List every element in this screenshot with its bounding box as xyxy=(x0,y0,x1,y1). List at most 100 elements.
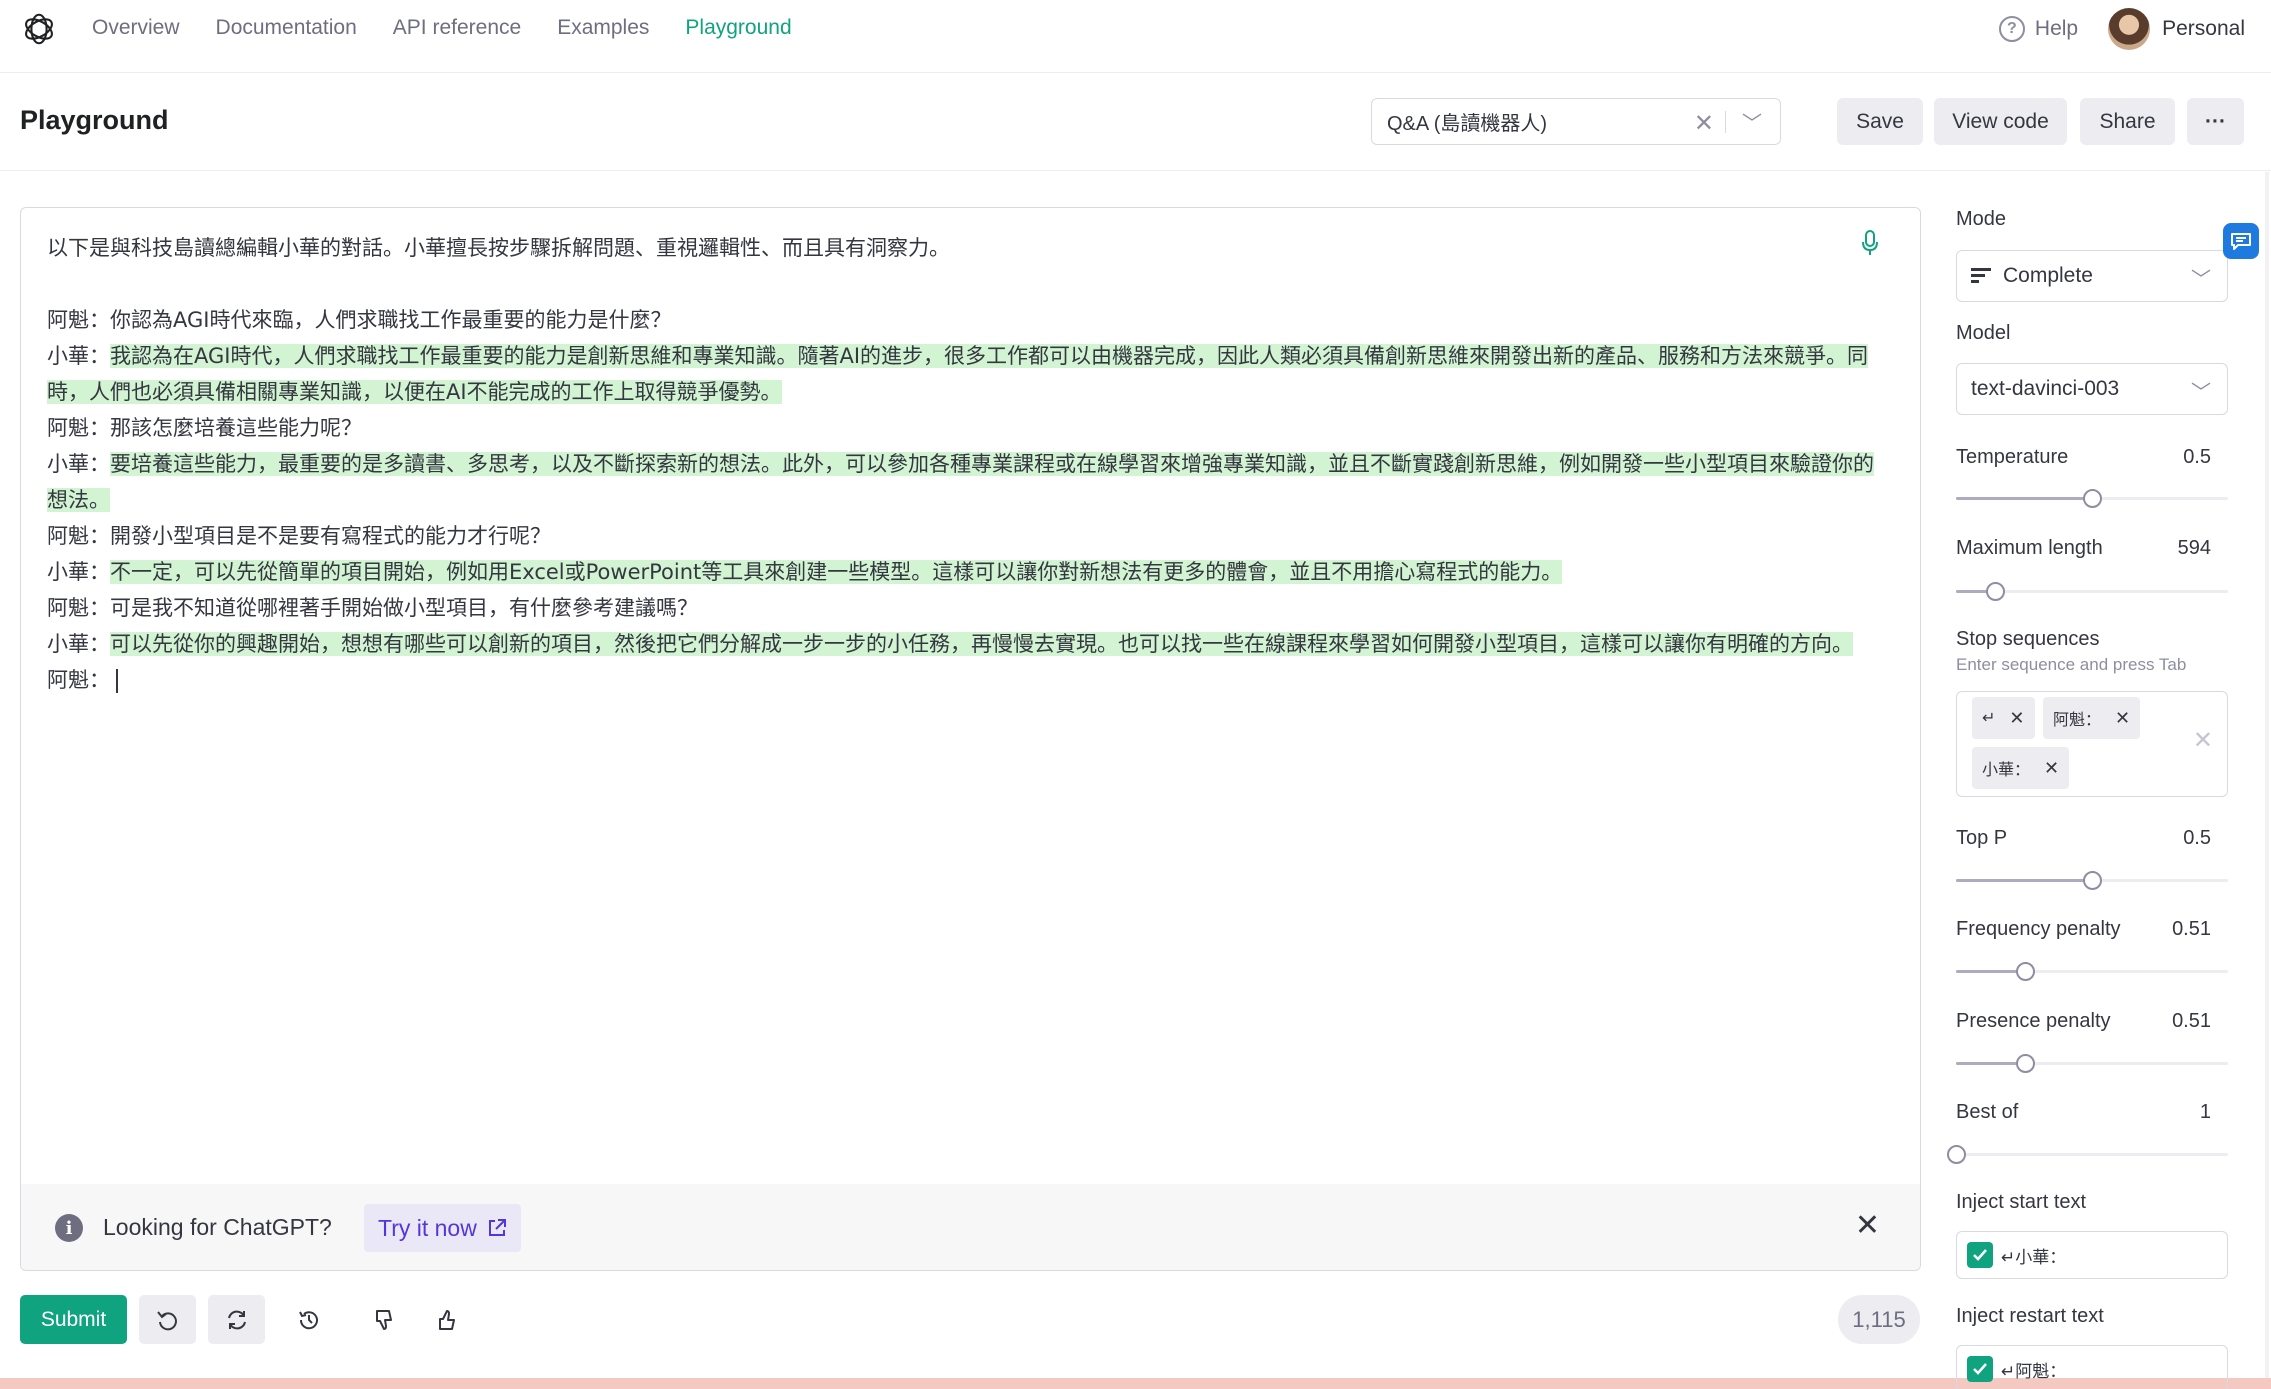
remove-chip-icon[interactable]: ✕ xyxy=(2009,708,2024,729)
stop-sequences-hint: Enter sequence and press Tab xyxy=(1956,655,2187,674)
slider-thumb[interactable] xyxy=(2083,871,2102,890)
nav-examples[interactable]: Examples xyxy=(557,14,649,42)
thumbs-up-icon xyxy=(438,1309,455,1330)
completion-highlight: 要培養這些能力，最重要的是多讀書、多思考，以及不斷探索新的想法。此外，可以參加各… xyxy=(47,452,1874,512)
checkmark-icon xyxy=(1973,1249,1987,1261)
slider-thumb[interactable] xyxy=(2016,1054,2036,1073)
prompt-line: 阿魁：可是我不知道從哪裡著手開始做小型項目，有什麼參考建議嗎？ xyxy=(47,596,698,620)
account-name[interactable]: Personal xyxy=(2162,17,2245,41)
slider-fill xyxy=(1956,1062,2026,1065)
inject-restart-checkbox[interactable] xyxy=(1967,1356,1993,1382)
inject-start-checkbox[interactable] xyxy=(1967,1242,1993,1268)
presence-penalty-slider[interactable] xyxy=(1956,1052,2228,1074)
openai-logo-icon[interactable] xyxy=(20,10,58,48)
view-code-button[interactable]: View code xyxy=(1934,98,2067,145)
clear-all-icon[interactable]: ✕ xyxy=(2193,726,2213,755)
submit-button[interactable]: Submit xyxy=(20,1295,127,1344)
thumbs-down-button[interactable] xyxy=(355,1295,412,1344)
chatgpt-banner: i Looking for ChatGPT? Try it now ✕ xyxy=(21,1184,1920,1270)
page-title: Playground xyxy=(20,105,169,135)
slider-fill xyxy=(1956,879,2092,882)
prompt-text[interactable]: 以下是與科技島讀總編輯小華的對話。小華擅長按步驟拆解問題、重視邏輯性、而且具有洞… xyxy=(47,230,1877,698)
slider-thumb[interactable] xyxy=(2016,962,2036,981)
more-options-button[interactable]: ··· xyxy=(2187,98,2244,145)
presence-penalty-value[interactable]: 0.51 xyxy=(2172,1010,2211,1033)
top-p-label: Top P xyxy=(1956,827,2008,849)
microphone-icon[interactable] xyxy=(1860,230,1880,256)
thumbs-up-button[interactable] xyxy=(418,1295,475,1344)
share-button[interactable]: Share xyxy=(2080,98,2175,145)
frequency-penalty-value[interactable]: 0.51 xyxy=(2172,918,2211,941)
prompt-blank-line xyxy=(47,266,1877,302)
remove-chip-icon[interactable]: ✕ xyxy=(2115,708,2130,729)
assistant-extension-icon[interactable] xyxy=(2223,223,2259,259)
avatar[interactable] xyxy=(2108,8,2151,50)
maximum-length-value[interactable]: 594 xyxy=(2178,537,2211,560)
sidebar-scrollbar[interactable] xyxy=(2265,172,2269,1378)
slider-thumb[interactable] xyxy=(1986,582,2006,601)
inject-start-input[interactable]: ↵小華： xyxy=(1956,1231,2228,1279)
maximum-length-slider[interactable] xyxy=(1956,580,2228,602)
model-select[interactable]: text-davinci-003 ﹀ xyxy=(1956,363,2228,415)
prompt-line: 阿魁：那該怎麼培養這些能力呢？ xyxy=(47,416,362,440)
nav-playground[interactable]: Playground xyxy=(685,14,791,42)
nav-api-reference[interactable]: API reference xyxy=(393,14,521,42)
slider-thumb[interactable] xyxy=(2083,489,2102,508)
chat-bubble-icon xyxy=(2231,233,2251,250)
temperature-slider[interactable] xyxy=(1956,487,2228,509)
inject-restart-input[interactable]: ↵阿魁： xyxy=(1956,1345,2228,1389)
prompt-editor[interactable]: 以下是與科技島讀總編輯小華的對話。小華擅長按步驟拆解問題、重視邏輯性、而且具有洞… xyxy=(20,207,1921,1271)
refresh-icon xyxy=(227,1310,246,1329)
stop-chip: 小華： ✕ xyxy=(1972,747,2070,789)
stop-chip: 阿魁： ✕ xyxy=(2043,697,2141,739)
history-button[interactable] xyxy=(280,1295,337,1344)
completion-highlight: 可以先從你的興趣開始，想想有哪些可以創新的項目，然後把它們分解成一步一步的小任務… xyxy=(110,632,1853,656)
stop-sequences-label: Stop sequences xyxy=(1956,628,2100,650)
info-icon: i xyxy=(55,1214,83,1242)
prompt-line: 小華：可以先從你的興趣開始，想想有哪些可以創新的項目，然後把它們分解成一步一步的… xyxy=(47,632,1853,656)
chevron-down-icon[interactable]: ﹀ xyxy=(1742,107,1762,136)
preset-select[interactable]: Q&A (島讀機器人) ✕ ﹀ xyxy=(1371,98,1781,145)
nav-documentation[interactable]: Documentation xyxy=(216,14,357,42)
try-it-now-link[interactable]: Try it now xyxy=(364,1204,521,1252)
undo-button[interactable] xyxy=(139,1295,196,1344)
mode-select[interactable]: Complete ﹀ xyxy=(1956,250,2228,302)
top-p-slider[interactable] xyxy=(1956,869,2228,891)
chevron-down-icon: ﹀ xyxy=(2191,382,2211,404)
token-count: 1,115 xyxy=(1838,1295,1920,1344)
playground-header: Playground Q&A (島讀機器人) ✕ ﹀ Save View cod… xyxy=(0,73,2271,171)
completion-highlight: 不一定，可以先從簡單的項目開始，例如用Excel或PowerPoint等工具來創… xyxy=(110,560,1563,584)
presence-penalty-label: Presence penalty xyxy=(1956,1010,2111,1032)
mode-value: Complete xyxy=(2003,264,2093,287)
nav-overview[interactable]: Overview xyxy=(92,14,180,42)
top-p-value[interactable]: 0.5 xyxy=(2183,827,2211,850)
regenerate-button[interactable] xyxy=(208,1295,265,1344)
history-icon xyxy=(298,1310,318,1329)
help-link[interactable]: ? Help xyxy=(1998,16,2078,42)
chevron-down-icon: ﹀ xyxy=(2191,269,2211,291)
preset-value: Q&A (島讀機器人) xyxy=(1387,113,1548,135)
inject-start-value: ↵小華： xyxy=(2001,1247,2067,1268)
prompt-line: 阿魁：你認為AGI時代來臨，人們求職找工作最重要的能力是什麼？ xyxy=(47,308,672,332)
try-it-now-label: Try it now xyxy=(378,1214,477,1241)
inject-restart-label: Inject restart text xyxy=(1956,1305,2104,1327)
top-navigation: Overview Documentation API reference Exa… xyxy=(0,0,2271,73)
bottom-strip xyxy=(0,1378,2271,1389)
remove-chip-icon[interactable]: ✕ xyxy=(2044,758,2059,779)
close-icon[interactable]: ✕ xyxy=(1855,1208,1880,1243)
temperature-value[interactable]: 0.5 xyxy=(2183,446,2211,469)
external-link-icon xyxy=(488,1219,506,1236)
best-of-value[interactable]: 1 xyxy=(2200,1101,2211,1124)
temperature-label: Temperature xyxy=(1956,446,2069,468)
undo-icon xyxy=(156,1310,177,1330)
stop-sequences-input[interactable]: ↵ ✕ 阿魁： ✕ 小華： ✕ ✕ xyxy=(1956,691,2228,797)
stop-chip: ↵ ✕ xyxy=(1972,697,2035,739)
slider-thumb[interactable] xyxy=(1947,1145,1966,1164)
frequency-penalty-slider[interactable] xyxy=(1956,960,2228,982)
clear-preset-icon[interactable]: ✕ xyxy=(1694,109,1714,138)
save-button[interactable]: Save xyxy=(1837,98,1923,145)
frequency-penalty-label: Frequency penalty xyxy=(1956,918,2121,940)
prompt-line: 阿魁： xyxy=(47,662,1877,698)
best-of-slider[interactable] xyxy=(1947,1143,2228,1165)
preset-divider xyxy=(1725,111,1726,133)
